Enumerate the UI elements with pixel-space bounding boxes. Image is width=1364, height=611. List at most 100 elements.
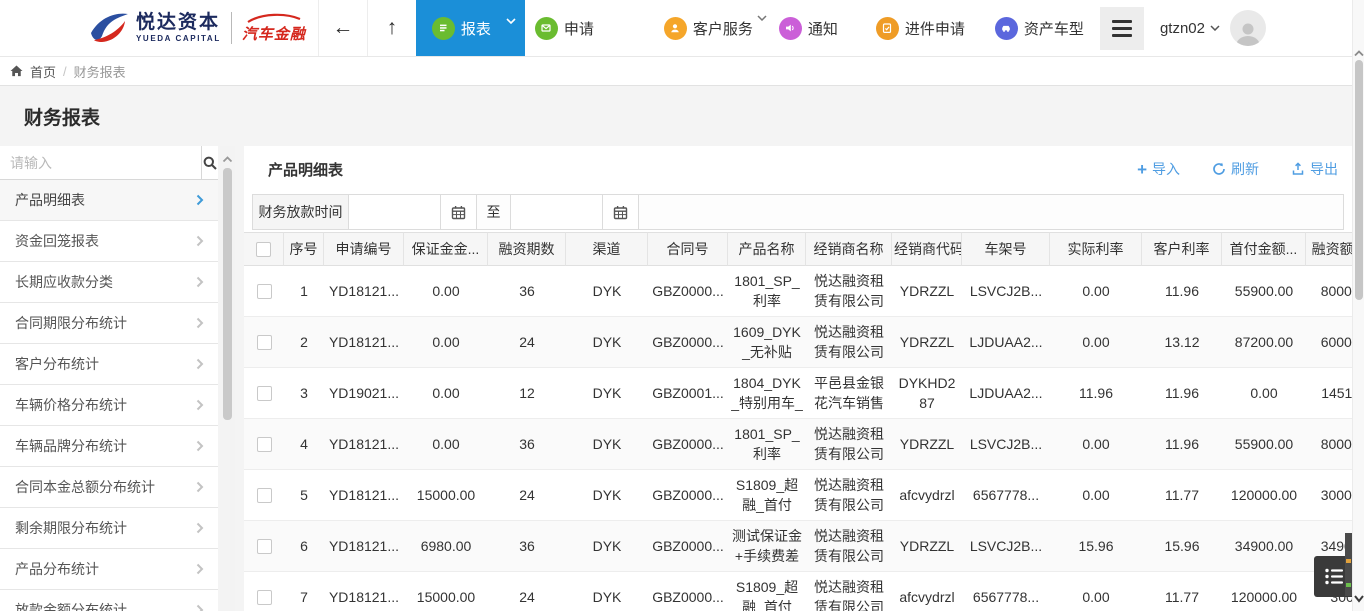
panel-actions: + 导入 刷新 导出: [1137, 159, 1338, 179]
table-scrollbar-thumb[interactable]: [1345, 533, 1352, 596]
search-input[interactable]: [0, 146, 201, 179]
export-button[interactable]: 导出: [1291, 159, 1338, 179]
column-header: 首付金额...: [1222, 232, 1306, 266]
sidebar-scrollbar[interactable]: [220, 146, 235, 611]
breadcrumb-home[interactable]: 首页: [30, 62, 56, 81]
row-checkbox[interactable]: [257, 335, 272, 350]
table-row[interactable]: 5 YD18121... 15000.00 24 DYK GBZ0000... …: [244, 470, 1352, 521]
sidebar-menu-item[interactable]: 车辆价格分布统计: [0, 385, 218, 426]
date-from-input[interactable]: [349, 195, 441, 229]
sidebar-menu-item[interactable]: 合同期限分布统计: [0, 303, 218, 344]
row-checkbox[interactable]: [257, 386, 272, 401]
tab-customer-service[interactable]: 客户服务: [664, 0, 753, 56]
date-to-calendar-button[interactable]: [603, 195, 639, 229]
search-button[interactable]: [201, 146, 218, 179]
date-from-calendar-button[interactable]: [441, 195, 477, 229]
top-navbar: 悦达资本 YUEDA CAPITAL 汽车金融 ← ↑ 报表 申请: [0, 0, 1364, 57]
sidebar-menu-item[interactable]: 资金回笼报表: [0, 221, 218, 262]
cell-contract-no: GBZ0001...: [648, 368, 728, 419]
cell-vin: LSVCJ2B...: [962, 521, 1050, 572]
refresh-button[interactable]: 刷新: [1212, 159, 1259, 179]
cell-product-name: 1609_DYK_无补贴: [728, 317, 806, 368]
row-checkbox[interactable]: [257, 284, 272, 299]
table-row[interactable]: 7 YD18121... 15000.00 24 DYK GBZ0000... …: [244, 572, 1352, 611]
cell-vin: 6567778...: [962, 470, 1050, 521]
scroll-up-icon[interactable]: [222, 150, 233, 168]
sidebar-menu-item[interactable]: 客户分布统计: [0, 344, 218, 385]
sidebar-menu-item[interactable]: 合同本金总额分布统计: [0, 467, 218, 508]
sidebar-menu-item[interactable]: 产品明细表: [0, 180, 218, 221]
row-checkbox[interactable]: [257, 437, 272, 452]
nav-back-button[interactable]: ←: [318, 0, 367, 56]
sidebar-item-label: 放款金额分布统计: [15, 600, 196, 611]
navbar-right: gtzn02: [1100, 0, 1364, 56]
date-to-input[interactable]: [511, 195, 603, 229]
hamburger-menu-button[interactable]: [1100, 7, 1144, 50]
chevron-right-icon: [196, 604, 204, 611]
table-row[interactable]: 1 YD18121... 0.00 36 DYK GBZ0000... 1801…: [244, 266, 1352, 317]
export-label: 导出: [1310, 159, 1338, 179]
row-checkbox[interactable]: [257, 488, 272, 503]
cell-contract-no: GBZ0000...: [648, 266, 728, 317]
table-body: 1 YD18121... 0.00 36 DYK GBZ0000... 1801…: [244, 266, 1352, 611]
cell-finance-amount: 145110.: [1306, 368, 1352, 419]
tab-reports[interactable]: 报表: [416, 0, 525, 56]
sidebar-menu-item[interactable]: 剩余期限分布统计: [0, 508, 218, 549]
tab-asset-models[interactable]: 资产车型: [995, 0, 1084, 56]
row-checkbox[interactable]: [257, 590, 272, 605]
table-row[interactable]: 6 YD18121... 6980.00 36 DYK GBZ0000... 测…: [244, 521, 1352, 572]
cell-channel: DYK: [566, 317, 648, 368]
column-header: 合同号: [648, 232, 728, 266]
sidebar-item-label: 产品明细表: [15, 190, 196, 210]
page-scrollbar-thumb[interactable]: [1355, 60, 1363, 300]
chevron-right-icon: [196, 399, 204, 411]
table-row[interactable]: 3 YD19021... 0.00 12 DYK GBZ0001... 1804…: [244, 368, 1352, 419]
sidebar-scrollbar-thumb[interactable]: [223, 168, 232, 420]
scroll-down-icon[interactable]: [1353, 590, 1364, 608]
chevron-down-icon: [506, 11, 516, 28]
table-row[interactable]: 2 YD18121... 0.00 24 DYK GBZ0000... 1609…: [244, 317, 1352, 368]
cell-deposit: 0.00: [404, 317, 488, 368]
column-header: 融资期数: [488, 232, 566, 266]
person-icon: [664, 17, 687, 40]
cell-dealer-code: afcvydrzl: [892, 470, 962, 521]
cell-actual-rate: 0.00: [1050, 470, 1142, 521]
cell-downpayment: 55900.00: [1222, 419, 1306, 470]
sidebar-menu-item[interactable]: 产品分布统计: [0, 549, 218, 590]
cell-seq: 1: [284, 266, 324, 317]
cell-contract-no: GBZ0000...: [648, 521, 728, 572]
page-title: 财务报表: [24, 103, 100, 130]
row-checkbox[interactable]: [257, 539, 272, 554]
sidebar-menu-item[interactable]: 放款金额分布统计: [0, 590, 218, 611]
cell-channel: DYK: [566, 572, 648, 611]
username[interactable]: gtzn02: [1160, 20, 1205, 37]
auto-finance-swoosh-icon: [246, 13, 302, 23]
column-header: 序号: [284, 232, 324, 266]
panel-header: 产品明细表 + 导入 刷新 导出: [244, 146, 1352, 192]
chevron-right-icon: [196, 563, 204, 575]
cell-channel: DYK: [566, 470, 648, 521]
tab-label: 资产车型: [1024, 18, 1084, 39]
table-row[interactable]: 4 YD18121... 0.00 36 DYK GBZ0000... 1801…: [244, 419, 1352, 470]
tab-notifications[interactable]: 通知: [779, 0, 838, 56]
import-button[interactable]: + 导入: [1137, 159, 1180, 179]
tab-intake-apply[interactable]: 进件申请: [876, 0, 965, 56]
cell-seq: 3: [284, 368, 324, 419]
cell-customer-rate: 11.96: [1142, 368, 1222, 419]
tab-apply[interactable]: 申请: [535, 0, 594, 56]
select-all-checkbox[interactable]: [256, 242, 271, 257]
sidebar-menu-item[interactable]: 长期应收款分类: [0, 262, 218, 303]
page-scrollbar[interactable]: [1352, 0, 1364, 611]
filter-label: 财务放款时间: [253, 195, 349, 229]
cell-dealer-code: YDRZZL: [892, 266, 962, 317]
cell-finance-amount: 30000.0: [1306, 470, 1352, 521]
plus-icon: +: [1137, 161, 1147, 178]
avatar[interactable]: [1230, 10, 1266, 46]
sidebar-menu-item[interactable]: 车辆品牌分布统计: [0, 426, 218, 467]
nav-up-button[interactable]: ↑: [367, 0, 416, 56]
user-chevron-down-icon[interactable]: [1210, 25, 1220, 31]
cell-dealer-name: 悦达融资租赁有限公司: [806, 317, 892, 368]
column-header: 申请编号: [324, 232, 404, 266]
cell-product-name: 1804_DYK_特别用车_: [728, 368, 806, 419]
panel-title: 产品明细表: [268, 159, 343, 180]
